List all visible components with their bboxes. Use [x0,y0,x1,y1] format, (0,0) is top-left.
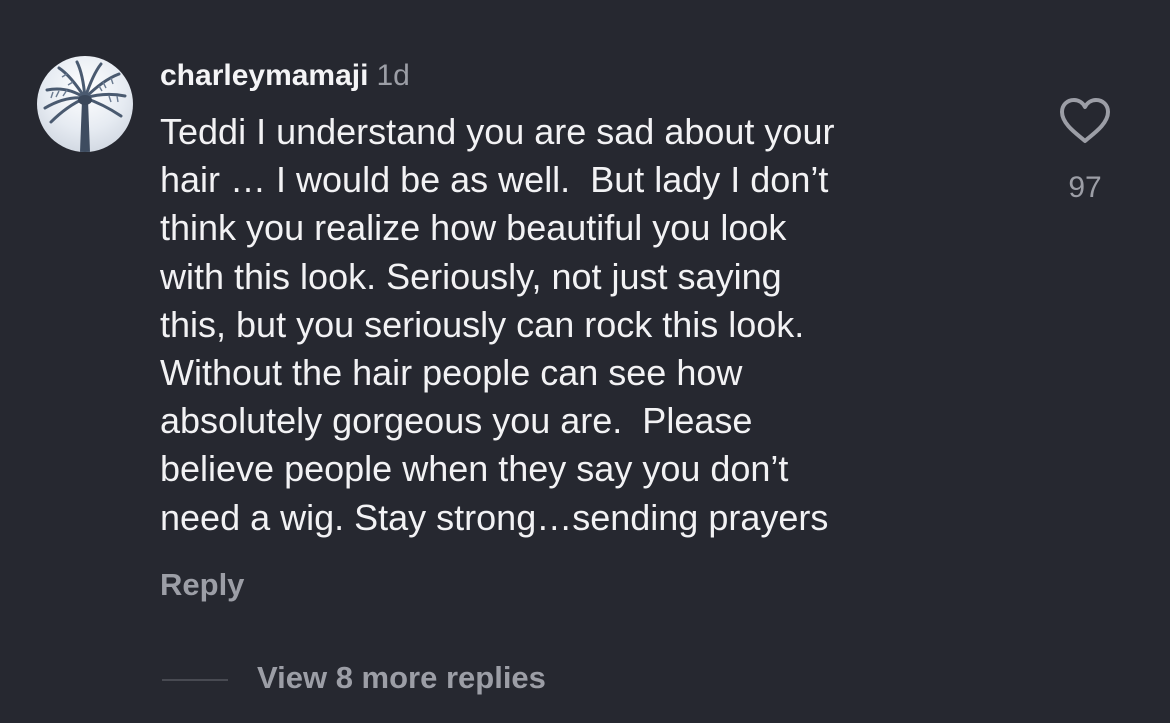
comment-header: charleymamaji 1d [160,54,410,98]
comment-text-line: absolutely gorgeous you are. Please [160,400,753,442]
username-link[interactable]: charleymamaji [160,59,368,92]
palm-tree-avatar-icon [37,56,133,152]
replies-divider [162,679,228,681]
comment-text-line: think you realize how beautiful you look [160,207,787,249]
like-count: 97 [1068,171,1102,204]
comment-text-line: Teddi I understand you are sad about you… [160,111,835,152]
heart-outline-icon [1060,98,1110,143]
reply-button[interactable]: Reply [160,563,244,607]
view-more-replies-button[interactable]: View 8 more replies [257,656,546,700]
comment-text-line: Without the hair people can see how [160,352,743,394]
comment-text-line: hair … I would be as well. But lady I do… [160,159,829,201]
comment-text-line: with this look. Seriously, not just sayi… [160,255,782,297]
comment-timestamp: 1d [376,59,410,92]
comment-text-line: this, but you seriously can rock this lo… [160,303,805,345]
comment-text: Teddi I understand you are sad about you… [160,108,1030,542]
comment-text-line: believe people when they say you don’t [160,448,789,490]
like-button[interactable] [1058,96,1112,146]
comment-text-line: need a wig. Stay strong…sending prayers [160,496,829,538]
avatar[interactable] [37,56,133,152]
